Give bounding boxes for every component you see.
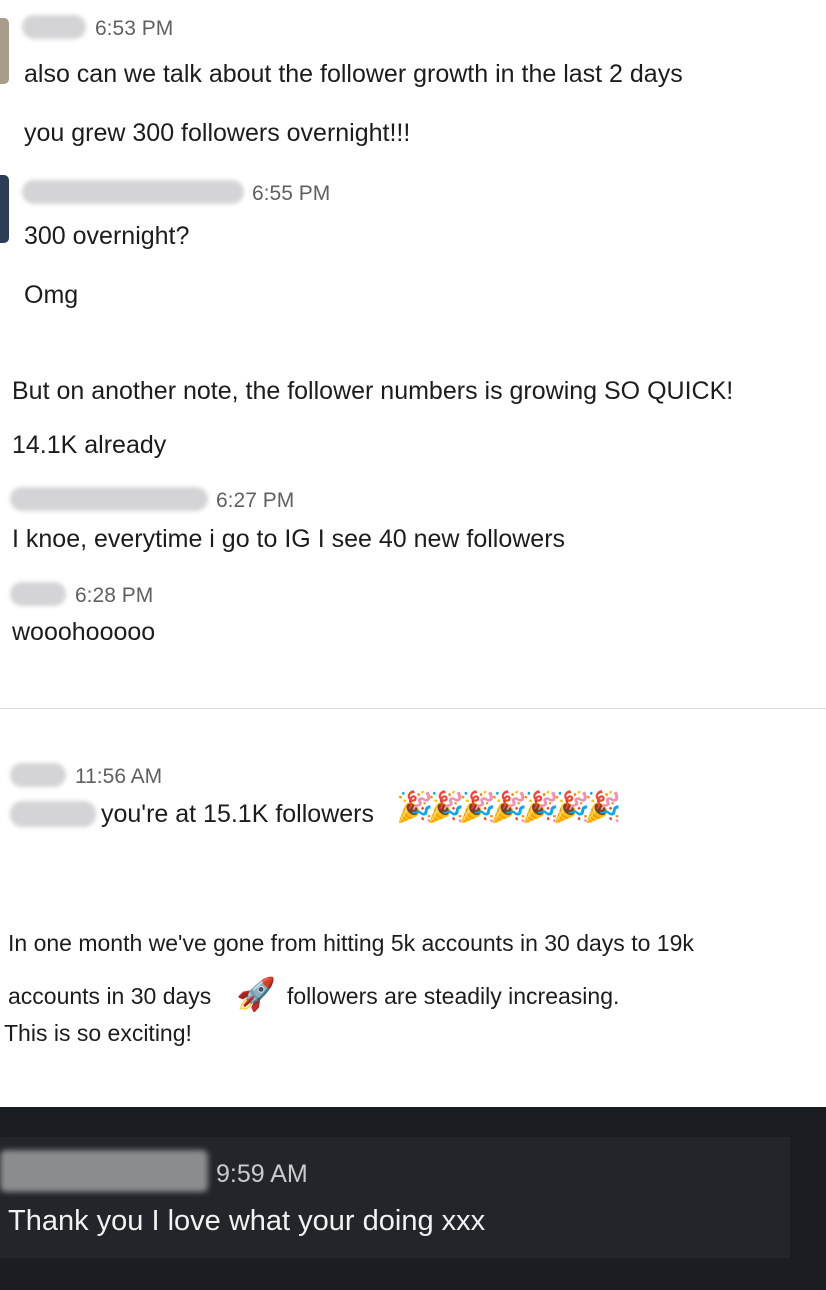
message-text: 14.1K already (12, 431, 167, 459)
message-text: followers are steadily increasing. (287, 983, 620, 1009)
sender-name-redacted[interactable] (10, 582, 66, 606)
sender-name-redacted[interactable] (10, 487, 208, 511)
message-text: This is so exciting! (4, 1020, 192, 1046)
sender-name-redacted[interactable] (22, 15, 86, 39)
message-timestamp[interactable]: 6:27 PM (216, 489, 294, 513)
message-timestamp[interactable]: 6:55 PM (252, 182, 330, 206)
avatar[interactable] (0, 18, 9, 84)
message-text: you grew 300 followers overnight!!! (24, 119, 411, 147)
sender-name-redacted[interactable] (10, 763, 66, 787)
message-text: But on another note, the follower number… (12, 377, 734, 405)
message-timestamp[interactable]: 11:56 AM (75, 765, 162, 789)
sender-name-redacted[interactable] (0, 1150, 208, 1192)
message-text: In one month we've gone from hitting 5k … (8, 930, 694, 956)
message-text: Omg (24, 281, 79, 309)
message-timestamp[interactable]: 6:28 PM (75, 584, 153, 608)
rocket-icon: 🚀 (236, 976, 276, 1012)
mention-redacted[interactable] (10, 801, 96, 827)
message-text: I knoe, everytime i go to IG I see 40 ne… (12, 525, 566, 553)
message-text: 300 overnight? (24, 222, 190, 250)
message-text: accounts in 30 days (8, 983, 212, 1009)
message-text: also can we talk about the follower grow… (24, 60, 683, 88)
message-timestamp[interactable]: 9:59 AM (216, 1160, 308, 1189)
message-text: wooohooooo (12, 618, 156, 646)
party-popper-icon: 🎉 (584, 791, 622, 824)
party-emoji-row: 🎉🎉🎉🎉🎉🎉🎉 (396, 793, 622, 823)
message-text: you're at 15.1K followers (101, 800, 374, 828)
day-divider (0, 708, 826, 709)
message-text: Thank you I love what your doing xxx (8, 1205, 486, 1237)
message-timestamp[interactable]: 6:53 PM (95, 17, 173, 41)
sender-name-redacted[interactable] (22, 180, 244, 204)
avatar[interactable] (0, 175, 9, 243)
